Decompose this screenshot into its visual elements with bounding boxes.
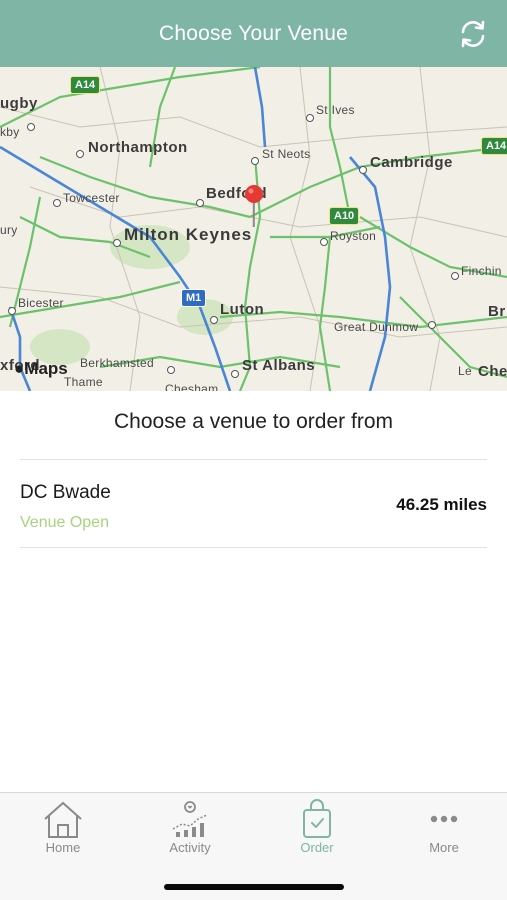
refresh-button[interactable] — [455, 16, 491, 52]
town-dot — [8, 307, 16, 315]
map-label: Br — [488, 303, 506, 320]
road-badge-m1: M1 — [181, 289, 207, 307]
map-label: Chesham — [165, 382, 219, 391]
divider — [20, 547, 487, 548]
map-label: Great Dunmow — [334, 320, 419, 334]
map-label: Le — [458, 364, 472, 378]
tab-label: Activity — [169, 840, 211, 855]
town-dot — [428, 321, 436, 329]
venue-map[interactable]: A14 A14 A10 M1 ugby kby Northampton St I… — [0, 67, 507, 391]
map-label: Cambridge — [370, 154, 453, 171]
navigation-header: Choose Your Venue — [0, 0, 507, 67]
venue-distance: 46.25 miles — [396, 495, 487, 514]
home-indicator[interactable] — [164, 884, 344, 890]
activity-icon — [168, 799, 212, 839]
map-label: Towcester — [63, 191, 120, 205]
town-dot — [113, 239, 121, 247]
road-badge-a14-east: A14 — [481, 137, 507, 155]
home-icon — [41, 799, 85, 839]
venue-name: DC Bwade — [20, 482, 111, 503]
venue-status: Venue Open — [20, 514, 109, 531]
town-dot — [251, 157, 259, 165]
town-dot — [210, 316, 218, 324]
town-dot — [53, 199, 61, 207]
town-dot — [359, 166, 367, 174]
map-pin-icon — [245, 185, 263, 227]
map-label: Thame — [64, 375, 103, 389]
town-dot — [196, 199, 204, 207]
shopping-bag-icon — [295, 799, 339, 839]
maps-attribution[interactable]: ●Maps — [14, 359, 68, 379]
map-label: Luton — [220, 301, 265, 318]
tab-label: Order — [300, 840, 334, 855]
map-label: St Albans — [242, 357, 316, 374]
town-dot — [306, 114, 314, 122]
tab-more[interactable]: More — [381, 793, 507, 863]
apple-logo-icon: ● — [14, 359, 25, 378]
page-title: Choose Your Venue — [158, 21, 349, 45]
map-label: Royston — [330, 229, 377, 243]
tab-activity[interactable]: Activity — [127, 793, 253, 863]
map-label: ugby — [0, 95, 38, 112]
map-label: ury — [0, 223, 18, 237]
town-dot — [320, 238, 328, 246]
town-dot — [27, 123, 35, 131]
road-badge-a10: A10 — [329, 207, 360, 225]
map-label: Chel — [478, 363, 507, 380]
road-badge-a14: A14 — [70, 76, 101, 94]
map-label: St Neots — [262, 147, 311, 161]
map-label: Finchin — [461, 264, 502, 278]
town-dot — [231, 370, 239, 378]
town-dot — [167, 366, 175, 374]
town-dot — [76, 150, 84, 158]
tab-label: More — [429, 840, 459, 855]
tab-home[interactable]: Home — [0, 793, 126, 863]
map-label: St Ives — [316, 103, 355, 117]
more-dots-icon — [422, 799, 466, 839]
refresh-icon — [461, 20, 485, 48]
map-roads — [0, 67, 507, 391]
town-dot — [451, 272, 459, 280]
list-subtitle: Choose a venue to order from — [114, 410, 393, 433]
map-label: kby — [0, 125, 20, 139]
map-label: Milton Keynes — [124, 225, 253, 244]
tab-label: Home — [45, 840, 81, 855]
map-label: Bicester — [18, 296, 64, 310]
venue-list-item[interactable]: DC Bwade Venue Open 46.25 miles — [0, 460, 507, 548]
tab-order[interactable]: Order — [254, 793, 380, 863]
map-label: Berkhamsted — [80, 356, 154, 370]
map-label: Northampton — [88, 139, 188, 156]
